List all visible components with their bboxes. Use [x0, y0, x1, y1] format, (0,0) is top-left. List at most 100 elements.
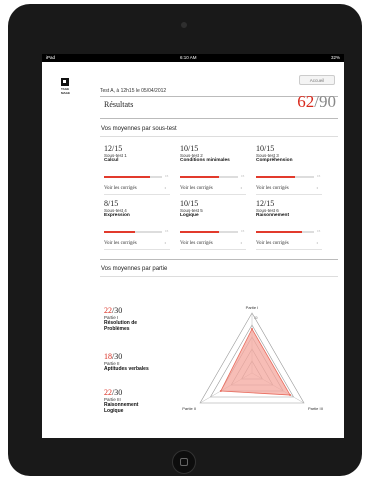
subtest-progress-bar	[180, 231, 238, 233]
subtest-bar-max: 15	[241, 229, 245, 233]
subtest-card: 8/15 Sous-test 4 Expression 15 Voir les corr…	[104, 199, 170, 246]
subtests-divider	[100, 136, 338, 137]
subtest-card: 10/15 Sous-test 5 Logique 15 Voir les corrig…	[180, 199, 246, 246]
part-score-max: /30	[112, 306, 123, 315]
subtest-score: 12/15	[256, 199, 275, 208]
see-corrections-link[interactable]: Voir les corrigés ›	[256, 186, 322, 191]
home-button[interactable]: Accueil	[299, 75, 335, 85]
subtests-heading: Vos moyennes par sous-test	[101, 126, 177, 132]
subtest-progress-bar	[104, 176, 162, 178]
subtest-progress-fill	[256, 231, 303, 233]
subtest-divider	[104, 249, 170, 250]
subtest-progress-bar	[104, 231, 162, 233]
subtest-name: Calcul	[104, 158, 119, 163]
part-score-value: 22	[104, 306, 112, 315]
subtest-score: 10/15	[180, 199, 199, 208]
carrier-text: iPad	[46, 55, 56, 60]
chevron-right-icon: ›	[316, 241, 318, 246]
part-score-value: 18	[104, 352, 112, 361]
chevron-right-icon: ›	[164, 186, 166, 191]
camera-dot	[181, 22, 187, 28]
subtest-card: 10/15 Sous-test 2 Conditions minimales 15 Vo…	[180, 144, 246, 191]
subtest-score: 12/15	[104, 144, 123, 153]
part-score-max: /30	[112, 352, 123, 361]
part-name: Résolution de Problèmes	[104, 320, 138, 332]
logo-mark-icon	[61, 78, 69, 86]
subtest-score: 10/15	[180, 144, 199, 153]
subtest-divider	[104, 194, 170, 195]
subtest-name: Raisonnement	[256, 213, 290, 218]
subtest-progress-fill	[256, 176, 295, 178]
subtest-bar-max: 15	[317, 229, 321, 233]
subtest-score: 10/15	[256, 144, 275, 153]
radar-axis-label: Partie II	[182, 406, 196, 411]
subtest-progress-fill	[180, 176, 219, 178]
subtest-divider	[180, 249, 246, 250]
part-score-max: /30	[112, 388, 123, 397]
parts-top-divider	[100, 259, 338, 260]
see-corrections-link[interactable]: Voir les corrigés ›	[256, 241, 322, 246]
see-corrections-label: Voir les corrigés	[256, 186, 289, 191]
total-score-max: /90	[314, 92, 336, 111]
part-name: Raisonnement Logique	[104, 402, 139, 414]
total-score: 62/90	[297, 92, 336, 112]
subtest-progress-bar	[256, 176, 314, 178]
ipad-device: iPad 6:10 AM 32% TAGE MAGE Test A, à 12h…	[8, 4, 362, 476]
subtest-bar-max: 15	[165, 174, 169, 178]
tage-mage-logo: TAGE MAGE	[61, 78, 77, 95]
subtest-score: 8/15	[104, 199, 119, 208]
home-square-icon	[180, 458, 188, 466]
part-score-value: 22	[104, 388, 112, 397]
radar-chart: Partie I Partie II Partie III 30	[182, 305, 323, 411]
parts-divider	[100, 276, 338, 277]
app-screen: iPad 6:10 AM 32% TAGE MAGE Test A, à 12h…	[42, 54, 344, 438]
subtest-bar-max: 15	[241, 174, 245, 178]
chevron-right-icon: ›	[316, 186, 318, 191]
status-time: 6:10 AM	[180, 55, 197, 60]
see-corrections-link[interactable]: Voir les corrigés ›	[180, 186, 246, 191]
see-corrections-link[interactable]: Voir les corrigés ›	[104, 186, 170, 191]
radar-value-area	[220, 328, 291, 396]
chevron-right-icon: ›	[240, 241, 242, 246]
radar-axis-label: Partie III	[308, 406, 323, 411]
page-title: Résultats	[104, 100, 134, 109]
radar-value-point	[289, 394, 292, 396]
subtest-card: 12/15 Sous-test 6 Raisonnement 15 Voir les c…	[256, 199, 322, 246]
see-corrections-label: Voir les corrigés	[104, 186, 137, 191]
radar-scale-label: 30	[254, 316, 258, 320]
subtest-card: 12/15 Sous-test 1 Calcul 15 Voir les corrigé…	[104, 144, 170, 191]
subtest-bar-max: 15	[317, 174, 321, 178]
test-info: Test A, à 12h15 le 05/04/2012	[100, 88, 167, 94]
radar-value-point	[219, 390, 222, 392]
see-corrections-link[interactable]: Voir les corrigés ›	[104, 241, 170, 246]
see-corrections-link[interactable]: Voir les corrigés ›	[180, 241, 246, 246]
home-hardware-button[interactable]	[172, 450, 196, 474]
part-name: Aptitudes verbales	[104, 366, 149, 372]
subtest-name: Compréhension	[256, 158, 293, 163]
chevron-right-icon: ›	[240, 186, 242, 191]
subtest-divider	[180, 194, 246, 195]
see-corrections-label: Voir les corrigés	[256, 241, 289, 246]
see-corrections-label: Voir les corrigés	[180, 186, 213, 191]
status-bar: iPad 6:10 AM 32%	[42, 54, 344, 62]
subtest-bar-max: 15	[165, 229, 169, 233]
subtest-name: Expression	[104, 213, 130, 218]
parts-heading: Vos moyennes par partie	[101, 266, 168, 272]
total-score-value: 62	[297, 92, 315, 111]
see-corrections-label: Voir les corrigés	[104, 241, 137, 246]
title-divider	[100, 118, 338, 119]
subtest-name: Logique	[180, 213, 199, 218]
subtest-progress-fill	[180, 231, 219, 233]
subtest-divider	[256, 249, 322, 250]
see-corrections-label: Voir les corrigés	[180, 241, 213, 246]
subtest-progress-fill	[104, 176, 151, 178]
radar-value-point	[251, 328, 253, 330]
subtest-divider	[256, 194, 322, 195]
subtest-card: 10/15 Sous-test 3 Compréhension 15 Voir les …	[256, 144, 322, 191]
logo-text: TAGE MAGE	[61, 87, 70, 95]
chevron-right-icon: ›	[164, 241, 166, 246]
subtest-name: Conditions minimales	[180, 158, 230, 163]
battery-text: 32%	[330, 55, 340, 60]
subtest-progress-fill	[104, 231, 135, 233]
subtest-progress-bar	[180, 176, 238, 178]
